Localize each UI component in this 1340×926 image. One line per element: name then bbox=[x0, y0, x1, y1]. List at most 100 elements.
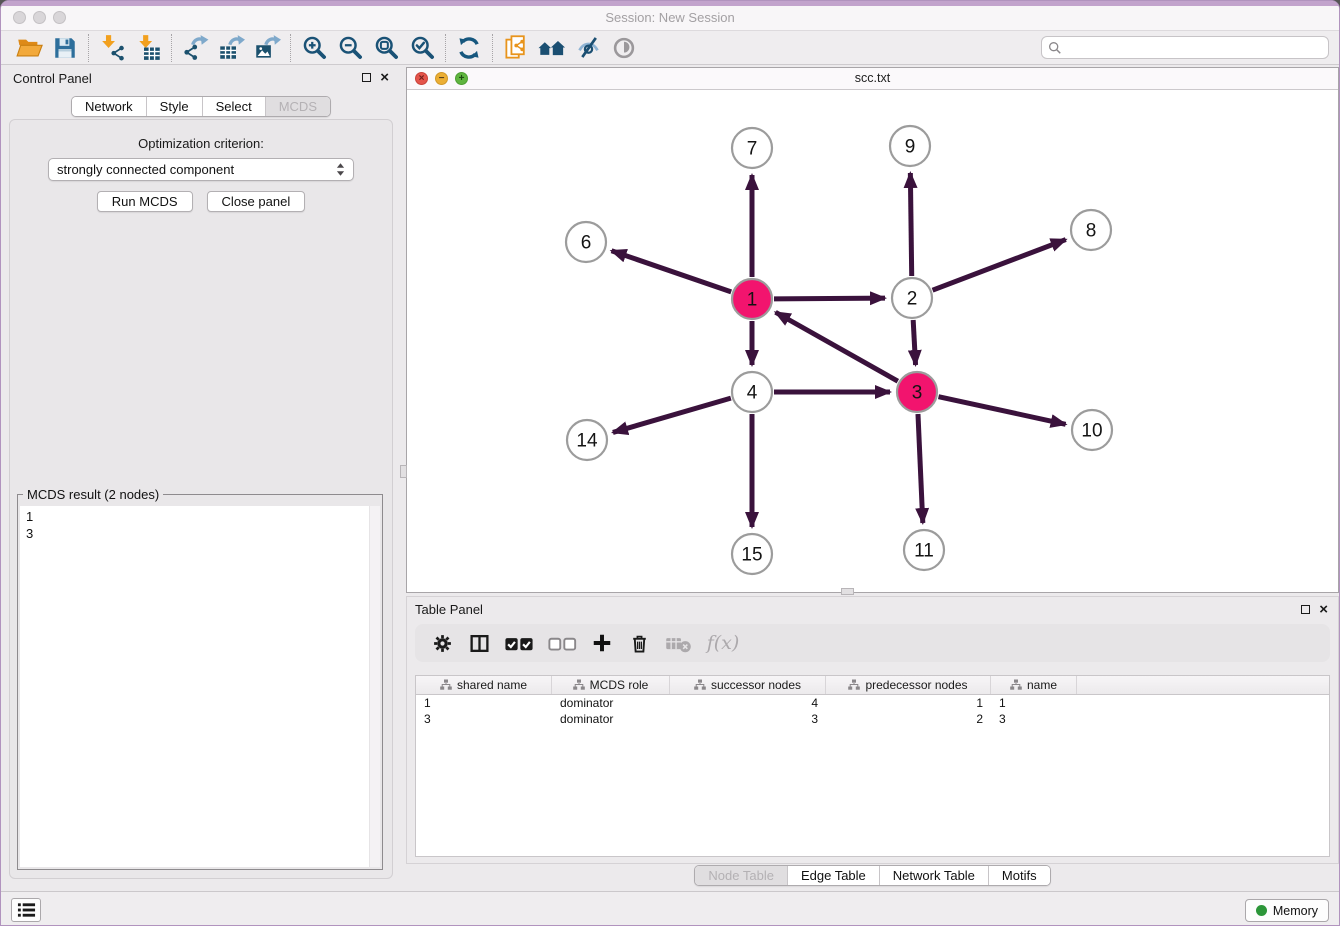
edge-2-8[interactable] bbox=[933, 240, 1066, 291]
zoom-in-button[interactable] bbox=[296, 33, 332, 63]
edge-2-3[interactable] bbox=[913, 320, 915, 365]
table-cell: 1 bbox=[826, 695, 991, 711]
node-1[interactable]: 1 bbox=[732, 279, 772, 319]
delete-table-icon-disabled bbox=[665, 633, 692, 653]
minimize-window-icon[interactable] bbox=[33, 11, 46, 24]
network-close-icon[interactable]: × bbox=[415, 72, 428, 85]
column-header-MCDS-role[interactable]: MCDS role bbox=[552, 676, 670, 694]
first-neighbors-button[interactable] bbox=[534, 33, 570, 63]
vertical-splitter-grip[interactable] bbox=[400, 465, 407, 478]
zoom-window-icon[interactable] bbox=[53, 11, 66, 24]
table-cell: 3 bbox=[991, 711, 1077, 727]
tab-network-table[interactable]: Network Table bbox=[879, 866, 988, 885]
table-cell: 1 bbox=[416, 695, 552, 711]
fx-icon-disabled: f(x) bbox=[707, 632, 740, 654]
delete-table-button[interactable] bbox=[661, 628, 695, 658]
new-network-from-selection-button[interactable] bbox=[498, 33, 534, 63]
tab-mcds[interactable]: MCDS bbox=[265, 97, 330, 116]
export-table-icon bbox=[218, 34, 245, 61]
mcds-result-area[interactable]: 1 3 bbox=[20, 506, 380, 867]
node-3[interactable]: 3 bbox=[897, 372, 937, 412]
edge-3-10[interactable] bbox=[938, 397, 1065, 425]
graph-edges[interactable] bbox=[612, 173, 1066, 527]
node-8[interactable]: 8 bbox=[1071, 210, 1111, 250]
network-minimize-icon[interactable]: − bbox=[435, 72, 448, 85]
horizontal-splitter-grip[interactable] bbox=[841, 588, 854, 595]
node-9[interactable]: 9 bbox=[890, 126, 930, 166]
close-panel-icon[interactable]: × bbox=[380, 72, 389, 83]
edge-2-9[interactable] bbox=[910, 173, 911, 276]
float-table-panel-icon[interactable] bbox=[1301, 605, 1310, 614]
tab-edge-table[interactable]: Edge Table bbox=[787, 866, 879, 885]
deselect-all-button[interactable] bbox=[544, 628, 580, 658]
column-header-name[interactable]: name bbox=[991, 676, 1077, 694]
window-controls[interactable] bbox=[13, 11, 66, 24]
tab-style[interactable]: Style bbox=[146, 97, 202, 116]
memory-button[interactable]: Memory bbox=[1245, 899, 1329, 922]
zoom-fit-button[interactable] bbox=[368, 33, 404, 63]
tab-node-table[interactable]: Node Table bbox=[695, 866, 787, 885]
table-row[interactable]: 3dominator323 bbox=[416, 711, 1329, 727]
zoom-out-button[interactable] bbox=[332, 33, 368, 63]
zoom-selected-button[interactable] bbox=[404, 33, 440, 63]
column-header-shared-name[interactable]: shared name bbox=[416, 676, 552, 694]
table-cell: dominator bbox=[552, 711, 670, 727]
import-network-button[interactable] bbox=[94, 33, 130, 63]
edge-1-2[interactable] bbox=[774, 298, 885, 299]
mcds-panel: Optimization criterion: strongly connect… bbox=[9, 119, 393, 879]
edge-1-6[interactable] bbox=[612, 251, 732, 292]
column-header-successor-nodes[interactable]: successor nodes bbox=[670, 676, 826, 694]
close-window-icon[interactable] bbox=[13, 11, 26, 24]
edge-3-1[interactable] bbox=[776, 312, 898, 381]
tab-select[interactable]: Select bbox=[202, 97, 265, 116]
close-panel-button[interactable]: Close panel bbox=[207, 191, 306, 212]
task-history-button[interactable] bbox=[11, 898, 41, 922]
node-11[interactable]: 11 bbox=[904, 530, 944, 570]
node-7[interactable]: 7 bbox=[732, 128, 772, 168]
save-session-button[interactable] bbox=[47, 33, 83, 63]
node-6[interactable]: 6 bbox=[566, 222, 606, 262]
network-graph[interactable]: 7 9 6 8 1 2 4 3 14 10 15 11 bbox=[407, 91, 1338, 592]
search-input[interactable] bbox=[1062, 41, 1322, 55]
run-mcds-button[interactable]: Run MCDS bbox=[97, 191, 193, 212]
mcds-result-groupbox: MCDS result (2 nodes) 1 3 bbox=[17, 494, 383, 870]
export-table-button[interactable] bbox=[213, 33, 249, 63]
export-image-button[interactable] bbox=[249, 33, 285, 63]
result-scrollbar[interactable] bbox=[369, 506, 380, 867]
column-header-predecessor-nodes[interactable]: predecessor nodes bbox=[826, 676, 991, 694]
optimization-criterion-select[interactable]: strongly connected component bbox=[48, 158, 354, 181]
delete-columns-button[interactable] bbox=[624, 628, 654, 658]
tab-motifs[interactable]: Motifs bbox=[988, 866, 1050, 885]
edge-4-14[interactable] bbox=[613, 398, 731, 432]
plus-icon bbox=[591, 632, 613, 654]
svg-text:9: 9 bbox=[905, 137, 916, 158]
node-15[interactable]: 15 bbox=[732, 534, 772, 574]
open-session-button[interactable] bbox=[11, 33, 47, 63]
trash-icon bbox=[629, 633, 650, 654]
hide-selected-button[interactable] bbox=[570, 33, 606, 63]
function-builder-button[interactable]: f(x) bbox=[702, 628, 744, 658]
refresh-layout-button[interactable] bbox=[451, 33, 487, 63]
table-options-button[interactable] bbox=[427, 628, 457, 658]
edge-3-11[interactable] bbox=[918, 414, 923, 523]
show-all-button[interactable] bbox=[606, 33, 642, 63]
export-network-button[interactable] bbox=[177, 33, 213, 63]
tab-network[interactable]: Network bbox=[72, 97, 146, 116]
network-window-titlebar[interactable]: × − + scc.txt bbox=[407, 68, 1338, 90]
search-box[interactable] bbox=[1041, 36, 1329, 59]
node-4[interactable]: 4 bbox=[732, 372, 772, 412]
float-panel-icon[interactable] bbox=[362, 73, 371, 82]
show-columns-button[interactable] bbox=[464, 628, 494, 658]
network-canvas[interactable]: 7 9 6 8 1 2 4 3 14 10 15 11 bbox=[407, 91, 1338, 592]
network-zoom-icon[interactable]: + bbox=[455, 72, 468, 85]
create-column-button[interactable] bbox=[587, 628, 617, 658]
node-14[interactable]: 14 bbox=[567, 420, 607, 460]
node-2[interactable]: 2 bbox=[892, 278, 932, 318]
node-table[interactable]: shared nameMCDS rolesuccessor nodesprede… bbox=[415, 675, 1330, 857]
toolbar-separator bbox=[171, 34, 172, 62]
close-table-panel-icon[interactable]: × bbox=[1319, 604, 1328, 615]
node-10[interactable]: 10 bbox=[1072, 410, 1112, 450]
import-table-button[interactable] bbox=[130, 33, 166, 63]
table-row[interactable]: 1dominator411 bbox=[416, 695, 1329, 711]
select-all-button[interactable] bbox=[501, 628, 537, 658]
